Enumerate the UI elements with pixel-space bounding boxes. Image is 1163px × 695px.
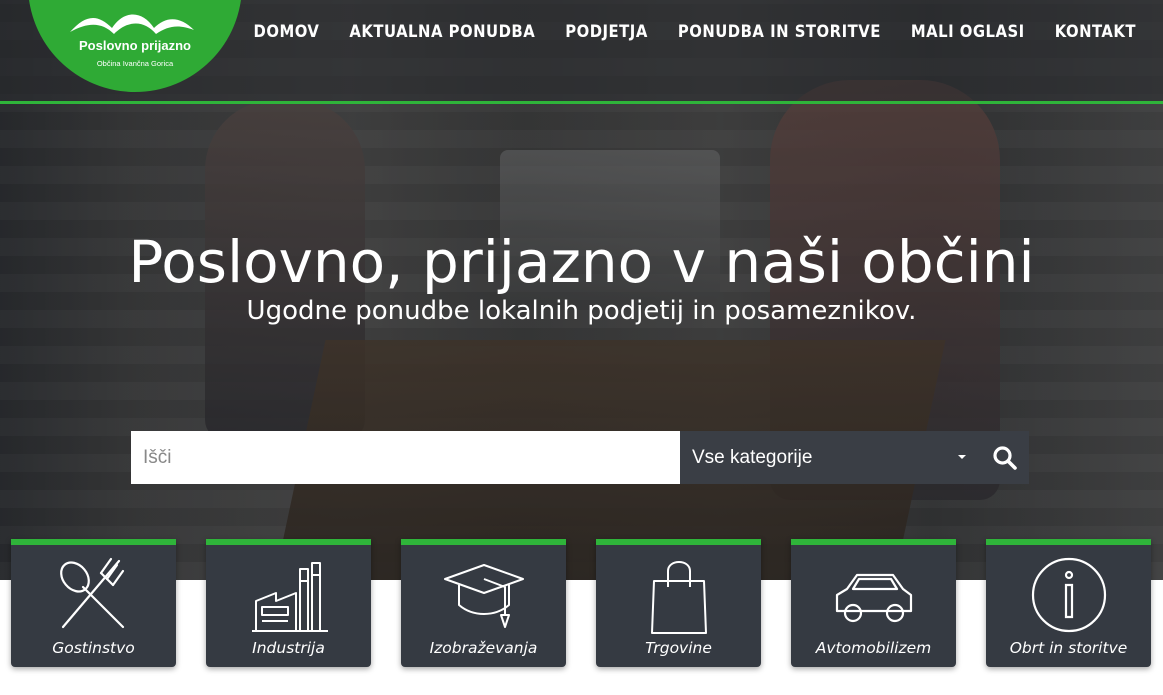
category-card-avtomobilizem[interactable]: Avtomobilizem [791, 539, 956, 667]
category-card-industrija[interactable]: Industrija [206, 539, 371, 667]
category-label: Obrt in storitve [1009, 639, 1128, 657]
category-label: Gostinstvo [52, 639, 135, 657]
category-label: Industrija [252, 639, 325, 657]
category-card-trgovine[interactable]: Trgovine [596, 539, 761, 667]
main-menu: DOMOV AKTUALNA PONUDBA PODJETJA PONUDBA … [239, 20, 1151, 44]
category-label: Izobraževanja [429, 639, 538, 657]
nav-item-aktualna-ponudba[interactable]: AKTUALNA PONUDBA [334, 20, 550, 44]
fork-spoon-icon [60, 557, 125, 629]
category-card-izobrazevanja[interactable]: Izobraževanja [401, 539, 566, 667]
top-navbar: Poslovno prijazno Občina Ivančna Gorica … [0, 0, 1163, 104]
category-card-obrt-in-storitve[interactable]: Obrt in storitve [986, 539, 1151, 667]
logo-title[interactable]: Poslovno prijazno [60, 38, 210, 53]
graduation-cap-icon [444, 564, 524, 628]
logo-subtitle: Občina Ivančna Gorica [96, 59, 174, 68]
hero-headline: Poslovno, prijazno v naši občini [128, 228, 1035, 296]
category-card-gostinstvo[interactable]: Gostinstvo [11, 539, 176, 667]
caret-down-icon [958, 455, 966, 459]
category-select[interactable]: Vse kategorije [680, 431, 980, 484]
category-label: Trgovine [645, 639, 712, 657]
search-input[interactable] [131, 431, 680, 484]
nav-item-kontakt[interactable]: KONTAKT [1040, 20, 1151, 44]
nav-item-mali-oglasi[interactable]: MALI OGLASI [896, 20, 1040, 44]
info-icon [1031, 557, 1107, 633]
search-bar: Vse kategorije [131, 431, 1029, 484]
factory-icon [252, 562, 328, 632]
logo-birds-icon [70, 14, 194, 34]
car-icon [835, 573, 913, 623]
category-select-value: Vse kategorije [692, 446, 813, 468]
shopping-bag-icon [651, 561, 707, 634]
category-label: Avtomobilizem [815, 639, 932, 657]
nav-item-podjetja[interactable]: PODJETJA [550, 20, 663, 44]
search-icon [992, 445, 1017, 470]
nav-item-domov[interactable]: DOMOV [239, 20, 335, 44]
nav-item-ponudba-in-storitve[interactable]: PONUDBA IN STORITVE [663, 20, 896, 44]
hero-subline: Ugodne ponudbe lokalnih podjetij in posa… [246, 296, 917, 326]
search-button[interactable] [980, 431, 1029, 484]
